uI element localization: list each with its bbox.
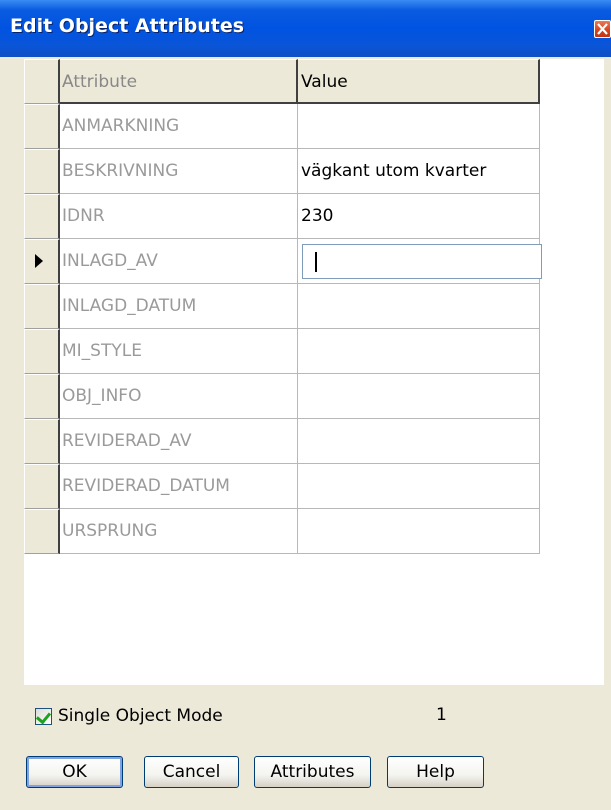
attribute-cell: IDNR xyxy=(60,194,298,239)
value-cell[interactable] xyxy=(298,374,540,419)
window-title: Edit Object Attributes xyxy=(10,15,245,37)
value-edit-input[interactable] xyxy=(302,244,542,279)
value-cell[interactable] xyxy=(298,464,540,509)
row-header[interactable] xyxy=(24,464,60,509)
attribute-cell: ANMARKNING xyxy=(60,104,298,149)
attribute-cell: INLAGD_AV xyxy=(60,239,298,284)
attribute-cell: BESKRIVNING xyxy=(60,149,298,194)
value-cell[interactable]: vägkant utom kvarter xyxy=(298,149,540,194)
text-caret xyxy=(315,252,317,272)
row-header[interactable] xyxy=(24,419,60,464)
row-header[interactable] xyxy=(24,329,60,374)
attribute-cell: OBJ_INFO xyxy=(60,374,298,419)
value-cell[interactable] xyxy=(298,329,540,374)
attribute-cell: REVIDERAD_AV xyxy=(60,419,298,464)
single-object-mode-option[interactable]: Single Object Mode xyxy=(35,704,223,728)
attributes-button[interactable]: Attributes xyxy=(254,756,371,788)
row-header-current[interactable] xyxy=(24,239,60,284)
value-cell[interactable] xyxy=(298,104,540,149)
table-row[interactable]: MI_STYLE xyxy=(24,329,540,374)
table-row[interactable]: INLAGD_DATUM xyxy=(24,284,540,329)
table-row[interactable]: BESKRIVNING vägkant utom kvarter xyxy=(24,149,540,194)
header-corner xyxy=(24,59,60,104)
attribute-cell: INLAGD_DATUM xyxy=(60,284,298,329)
row-header[interactable] xyxy=(24,104,60,149)
dialog-client: Attribute Value ANMARKNING BESKRIVNING v… xyxy=(0,57,611,810)
close-icon[interactable] xyxy=(594,20,611,38)
cancel-button[interactable]: Cancel xyxy=(144,756,239,788)
current-row-arrow-icon xyxy=(35,254,43,268)
table-row[interactable]: IDNR 230 xyxy=(24,194,540,239)
object-count: 1 xyxy=(436,705,447,725)
value-cell[interactable] xyxy=(298,419,540,464)
table-row[interactable]: OBJ_INFO xyxy=(24,374,540,419)
value-cell[interactable]: 230 xyxy=(298,194,540,239)
attribute-grid[interactable]: Attribute Value ANMARKNING BESKRIVNING v… xyxy=(24,59,604,685)
row-header[interactable] xyxy=(24,374,60,419)
table-row[interactable]: URSPRUNG xyxy=(24,509,540,554)
column-header-value[interactable]: Value xyxy=(298,59,540,104)
checkmark-icon xyxy=(35,708,52,724)
value-cell[interactable] xyxy=(298,284,540,329)
help-button[interactable]: Help xyxy=(387,756,484,788)
table-row-current[interactable]: INLAGD_AV xyxy=(24,239,542,284)
table-row[interactable]: REVIDERAD_AV xyxy=(24,419,540,464)
attribute-cell: MI_STYLE xyxy=(60,329,298,374)
row-header[interactable] xyxy=(24,509,60,554)
attribute-cell: URSPRUNG xyxy=(60,509,298,554)
row-header[interactable] xyxy=(24,284,60,329)
title-bar[interactable]: Edit Object Attributes xyxy=(0,0,611,57)
ok-button[interactable]: OK xyxy=(26,756,123,788)
row-header[interactable] xyxy=(24,194,60,239)
table-row[interactable]: REVIDERAD_DATUM xyxy=(24,464,540,509)
value-cell[interactable] xyxy=(298,509,540,554)
table-row[interactable]: ANMARKNING xyxy=(24,104,540,149)
grid-header-row: Attribute Value xyxy=(24,59,540,104)
attribute-cell: REVIDERAD_DATUM xyxy=(60,464,298,509)
row-header[interactable] xyxy=(24,149,60,194)
single-object-mode-label[interactable]: Single Object Mode xyxy=(58,706,223,726)
single-object-mode-checkbox[interactable] xyxy=(35,707,52,725)
column-header-attribute[interactable]: Attribute xyxy=(60,59,298,104)
